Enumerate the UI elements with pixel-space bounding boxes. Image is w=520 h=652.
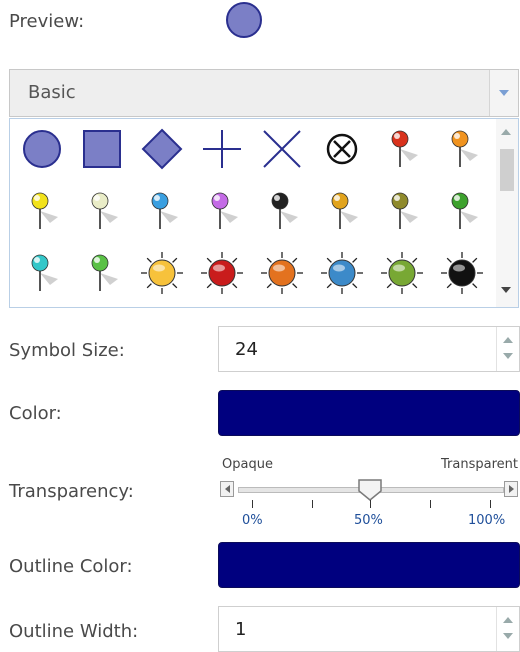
- transparency-label: Transparency:: [9, 481, 134, 502]
- pin-red-icon[interactable]: [374, 121, 430, 177]
- symbol-size-field[interactable]: 24: [218, 326, 520, 372]
- scroll-thumb[interactable]: [500, 149, 514, 191]
- preview-symbol: [226, 2, 262, 38]
- sun-black-icon[interactable]: [434, 245, 490, 301]
- circle-x-icon[interactable]: [314, 121, 370, 177]
- sun-red-icon[interactable]: [194, 245, 250, 301]
- sun-blue-icon[interactable]: [314, 245, 370, 301]
- category-select-value: Basic: [28, 82, 76, 103]
- symbol-grid: [9, 118, 519, 308]
- slider-handle[interactable]: [358, 479, 382, 501]
- pin-olive-icon[interactable]: [374, 183, 430, 239]
- slider-right-icon[interactable]: [504, 481, 518, 497]
- pin-blue-icon[interactable]: [134, 183, 190, 239]
- symbol-size-value: 24: [235, 339, 258, 360]
- preview-label: Preview:: [9, 11, 85, 32]
- slider-tick: [490, 500, 491, 508]
- tick-label-50: 50%: [354, 513, 383, 528]
- outline-width-label: Outline Width:: [9, 621, 139, 642]
- scroll-up-icon[interactable]: [501, 129, 511, 135]
- symbol-size-spinner[interactable]: [496, 327, 519, 371]
- slider-tick: [312, 500, 313, 508]
- pin-black-icon[interactable]: [254, 183, 310, 239]
- chevron-down-icon[interactable]: [489, 70, 518, 116]
- outline-width-spinner[interactable]: [496, 607, 519, 651]
- opaque-label: Opaque: [222, 457, 273, 472]
- transparent-label: Transparent: [441, 457, 518, 472]
- increment-icon[interactable]: [503, 337, 513, 343]
- pin-gold-icon[interactable]: [314, 183, 370, 239]
- diamond-icon[interactable]: [134, 121, 190, 177]
- pin-lightgreen-icon[interactable]: [74, 245, 130, 301]
- cross-icon[interactable]: [194, 121, 250, 177]
- pin-cyan-icon[interactable]: [14, 245, 70, 301]
- sun-yellow-icon[interactable]: [134, 245, 190, 301]
- tick-label-0: 0%: [242, 513, 263, 528]
- color-swatch[interactable]: [218, 390, 520, 436]
- pin-green-icon[interactable]: [434, 183, 490, 239]
- transparency-slider[interactable]: Opaque Transparent 0% 50% 100%: [218, 455, 520, 535]
- outline-width-value: 1: [235, 619, 247, 640]
- square-icon[interactable]: [74, 121, 130, 177]
- pin-violet-icon[interactable]: [194, 183, 250, 239]
- pin-yellow-icon[interactable]: [14, 183, 70, 239]
- x-icon[interactable]: [254, 121, 310, 177]
- increment-icon[interactable]: [503, 617, 513, 623]
- circle-icon[interactable]: [14, 121, 70, 177]
- slider-tick: [370, 500, 371, 508]
- pin-orange-icon[interactable]: [434, 121, 490, 177]
- outline-color-swatch[interactable]: [218, 542, 520, 588]
- tick-label-100: 100%: [468, 513, 506, 528]
- decrement-icon[interactable]: [503, 353, 513, 359]
- slider-tick: [430, 500, 431, 508]
- outline-width-field[interactable]: 1: [218, 606, 520, 652]
- scroll-down-icon[interactable]: [501, 287, 511, 293]
- sun-green-icon[interactable]: [374, 245, 430, 301]
- category-select[interactable]: Basic: [9, 69, 519, 117]
- slider-left-icon[interactable]: [220, 481, 234, 497]
- outline-color-label: Outline Color:: [9, 556, 133, 577]
- slider-tick: [252, 500, 253, 508]
- pin-white-icon[interactable]: [74, 183, 130, 239]
- grid-scrollbar[interactable]: [496, 119, 518, 307]
- symbol-size-label: Symbol Size:: [9, 340, 125, 361]
- color-label: Color:: [9, 403, 62, 424]
- decrement-icon[interactable]: [503, 633, 513, 639]
- sun-orange-icon[interactable]: [254, 245, 310, 301]
